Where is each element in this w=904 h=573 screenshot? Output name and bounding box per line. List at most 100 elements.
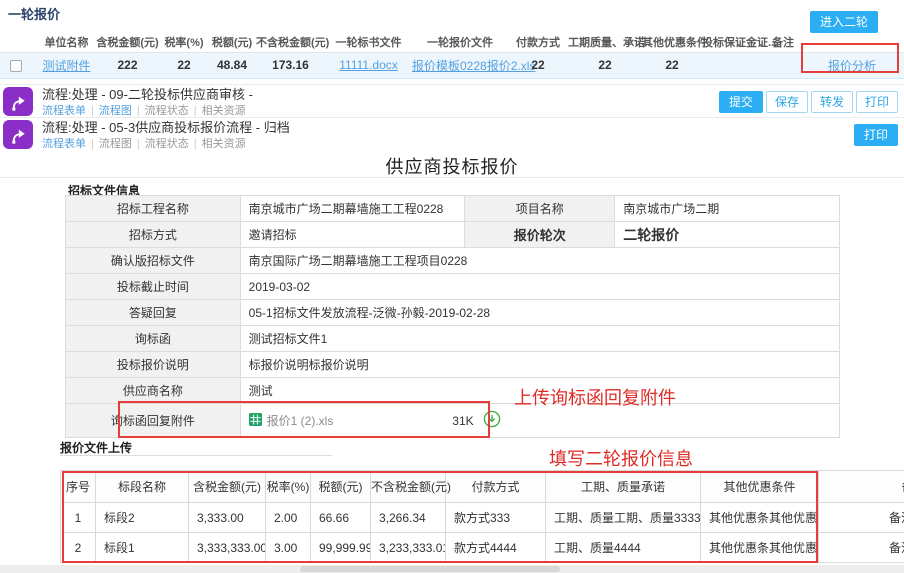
form-row: 确认版招标文件 南京国际广场二期幕墙施工工程项目0228 (66, 248, 840, 274)
col-actions (800, 32, 904, 52)
qa-reply-value: 05-1招标文件发放流程-泛微-孙毅-2019-02-28 (240, 300, 839, 326)
cell-payment: 款方式333 (446, 503, 546, 533)
enter-second-round-button[interactable]: 进入二轮 (810, 11, 878, 33)
divider (60, 455, 332, 456)
quote-table: 序号 标段名称 含税金额(元) 税率(%) 税额(元) 不含税金额(元) 付款方… (60, 470, 904, 563)
cell-section-name: 标段2 (96, 503, 189, 533)
col-quality-promise: 工期质量、承诺 (568, 32, 642, 52)
cell-amount-with-tax: 3,333.00 (189, 503, 266, 533)
first-round-title: 一轮报价 (8, 4, 60, 23)
confirmed-doc-value: 南京国际广场二期幕墙施工工程项目0228 (240, 248, 839, 274)
divider: | (137, 138, 140, 150)
cell-deposit (702, 52, 766, 78)
form-row: 询标函回复附件 报价1 (2).xls 31K (66, 404, 840, 438)
quote-note-value: 标报价说明标报价说明 (240, 352, 839, 378)
form-area: 供应商投标报价 招标文件信息 招标工程名称 南京城市广场二期幕墙施工工程0228… (0, 150, 904, 565)
cell-remark: 备注 (819, 533, 904, 563)
cell-other-conditions: 22 (642, 52, 702, 78)
workflow-status-link[interactable]: 流程状态 (145, 105, 189, 117)
inquiry-letter-value: 测试招标文件1 (240, 326, 839, 352)
workflow-resources-link[interactable]: 相关资源 (202, 105, 246, 117)
page: 一轮报价 进入二轮 单位名称 含税金额(元) 税率(%) 税额(元) 不含税金额… (0, 0, 904, 573)
divider: | (194, 138, 197, 150)
cell-other-conditions: 其他优惠条其他优惠条44 (701, 533, 819, 563)
bid-info-table: 招标工程名称 南京城市广场二期幕墙施工工程0228 项目名称 南京城市广场二期 … (65, 195, 840, 438)
row-checkbox[interactable] (10, 60, 22, 72)
confirmed-doc-label: 确认版招标文件 (66, 248, 241, 274)
annotation-fill-second-round: 填写二轮报价信息 (549, 445, 693, 471)
bid-doc-file-link[interactable]: 11111.docx (339, 58, 398, 72)
workflow-bar-1: 流程:处理 - 09-二轮投标供应商审核 - 流程表单|流程图|流程状态|相关资… (0, 84, 904, 117)
item-name-value: 南京城市广场二期 (615, 196, 840, 222)
deadline-value: 2019-03-02 (240, 274, 839, 300)
cell-amount-with-tax: 3,333,333.00 (189, 533, 266, 563)
cell-tax-rate: 2.00 (266, 503, 311, 533)
workflow-chart-link[interactable]: 流程图 (99, 138, 132, 150)
cell-payment: 款方式4444 (446, 533, 546, 563)
workflow-title: 流程:处理 - 09-二轮投标供应商审核 - (42, 87, 253, 103)
divider: | (194, 105, 197, 117)
col-unit-name: 单位名称 (38, 32, 95, 52)
project-name-value: 南京城市广场二期幕墙施工工程0228 (240, 196, 465, 222)
annotation-upload-reply: 上传询标函回复附件 (514, 384, 676, 410)
cell-tax-amount: 48.84 (208, 52, 256, 78)
form-row: 询标函 测试招标文件1 (66, 326, 840, 352)
submit-button[interactable]: 提交 (719, 91, 763, 113)
col-amount-without-tax: 不含税金额(元) (371, 471, 446, 503)
divider: | (91, 105, 94, 117)
workflow-resources-link[interactable]: 相关资源 (202, 138, 246, 150)
divider (0, 177, 904, 178)
quote-round-value: 二轮报价 (615, 222, 840, 248)
cell-quality-promise: 工期、质量4444 (546, 533, 701, 563)
scrollbar-thumb[interactable] (300, 566, 560, 572)
form-row: 招标工程名称 南京城市广场二期幕墙施工工程0228 项目名称 南京城市广场二期 (66, 196, 840, 222)
first-round-header-row: 单位名称 含税金额(元) 税率(%) 税额(元) 不含税金额(元) 一轮标书文件… (0, 32, 904, 52)
download-icon[interactable] (483, 410, 501, 431)
form-row: 招标方式 邀请招标 报价轮次 二轮报价 (66, 222, 840, 248)
table-row: 测试附件 222 22 48.84 173.16 11111.docx 报价模板… (0, 52, 904, 78)
cell-quality-promise: 工期、质量工期、质量3333 (546, 503, 701, 533)
quote-table-wrapper: 序号 标段名称 含税金额(元) 税率(%) 税额(元) 不含税金额(元) 付款方… (60, 470, 904, 564)
col-payment: 付款方式 (508, 32, 568, 52)
divider: | (91, 138, 94, 150)
workflow-bar-2: 流程:处理 - 05-3供应商投标报价流程 - 归档 流程表单|流程图|流程状态… (0, 117, 904, 150)
horizontal-scrollbar (0, 565, 904, 573)
col-tax-rate: 税率(%) (160, 32, 208, 52)
qa-reply-label: 答疑回复 (66, 300, 241, 326)
col-remark: 备注 (766, 32, 800, 52)
attachment-file-size: 31K (452, 414, 473, 428)
cell-amount-with-tax: 222 (95, 52, 160, 78)
workflow-icon (3, 120, 33, 149)
col-seq: 序号 (61, 471, 96, 503)
bid-method-value: 邀请招标 (240, 222, 465, 248)
col-payment: 付款方式 (446, 471, 546, 503)
forward-button[interactable]: 转发 (811, 91, 853, 113)
workflow-form-link[interactable]: 流程表单 (42, 105, 86, 117)
cell-tax-rate: 22 (160, 52, 208, 78)
cell-remark: 备注 (819, 503, 904, 533)
col-quote-file: 一轮报价文件 (412, 32, 508, 52)
save-button[interactable]: 保存 (766, 91, 808, 113)
col-bid-doc-file: 一轮标书文件 (325, 32, 412, 52)
col-amount-without-tax: 不含税金额(元) (256, 32, 325, 52)
quote-analysis-link[interactable]: 报价分析 (828, 59, 876, 73)
select-all-column (0, 32, 38, 52)
cell-tax-amount: 66.66 (311, 503, 371, 533)
workflow-chart-link[interactable]: 流程图 (99, 105, 132, 117)
attachment-file-name[interactable]: 报价1 (2).xls (267, 412, 448, 429)
unit-name-link[interactable]: 测试附件 (42, 59, 90, 73)
print-button[interactable]: 打印 (856, 91, 898, 113)
quote-file-link[interactable]: 报价模板0228报价2.xls (412, 59, 535, 73)
deadline-label: 投标截止时间 (66, 274, 241, 300)
workflow-status-link[interactable]: 流程状态 (145, 138, 189, 150)
workflow-form-link[interactable]: 流程表单 (42, 138, 86, 150)
col-tax-amount: 税额(元) (311, 471, 371, 503)
supplier-name-label: 供应商名称 (66, 378, 241, 404)
col-amount-with-tax: 含税金额(元) (95, 32, 160, 52)
inquiry-letter-label: 询标函 (66, 326, 241, 352)
col-tax-rate: 税率(%) (266, 471, 311, 503)
form-row: 供应商名称 测试 (66, 378, 840, 404)
cell-amount-without-tax: 3,233,333.01 (371, 533, 446, 563)
cell-tax-amount: 99,999.99 (311, 533, 371, 563)
print-button[interactable]: 打印 (854, 124, 898, 146)
